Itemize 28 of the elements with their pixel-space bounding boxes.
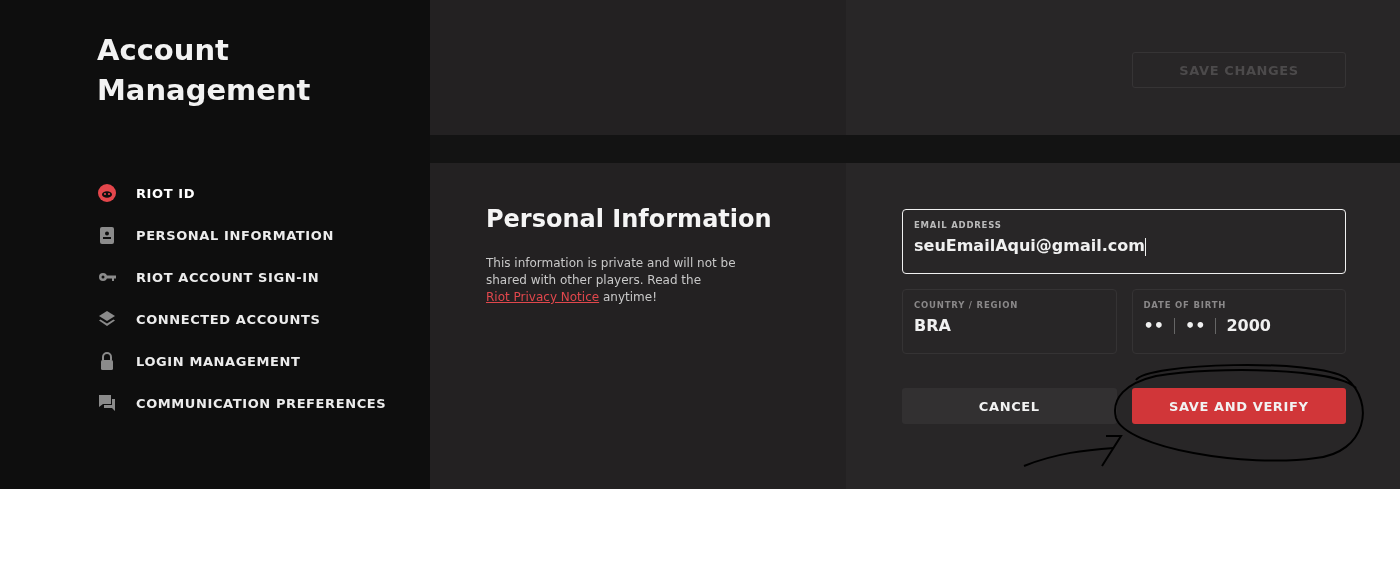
id-card-icon: [97, 225, 117, 245]
email-field[interactable]: EMAIL ADDRESS seuEmailAqui@gmail.com: [902, 209, 1346, 274]
field-label: EMAIL ADDRESS: [914, 220, 1003, 230]
field-label: COUNTRY / REGION: [914, 300, 1020, 310]
sidebar-link[interactable]: LOGIN MANAGEMENT: [136, 353, 301, 369]
section-description: This information is private and will not be shared with other players. Read the Riot Privacy Notice anytime!: [486, 255, 737, 306]
sidebar-link[interactable]: CONNECTED ACCOUNTS: [136, 311, 321, 327]
field-label: DATE OF BIRTH: [1143, 300, 1228, 310]
privacy-link[interactable]: Riot Privacy Notice: [486, 290, 600, 304]
sidebar-link[interactable]: RIOT ID: [136, 185, 196, 201]
layers-icon: [97, 309, 117, 329]
text-caret: [1144, 237, 1146, 256]
country-field[interactable]: COUNTRY / REGION BRA: [902, 289, 1117, 354]
day-value: ••: [1143, 316, 1164, 335]
cancel-button[interactable]: CANCEL: [902, 388, 1117, 424]
face-icon: [97, 183, 117, 203]
chat-icon: [97, 393, 117, 413]
section-title: Personal Information: [486, 205, 773, 233]
month-value: ••: [1184, 316, 1206, 335]
birth-date-field[interactable]: DATE OF BIRTH •• •• 2000: [1131, 289, 1346, 354]
year-value: 2000: [1226, 316, 1271, 335]
field-value: seuEmailAqui@gmail.com: [914, 236, 1145, 255]
save-and-verify-button[interactable]: SAVE AND VERIFY: [1131, 388, 1346, 424]
sidebar-link[interactable]: RIOT ACCOUNT SIGN-IN: [136, 269, 320, 285]
page-title: Account Management: [97, 32, 312, 109]
sidebar-link[interactable]: COMMUNICATION PREFERENCES: [136, 395, 387, 411]
sidebar-link[interactable]: PERSONAL INFORMATION: [136, 227, 334, 243]
field-value: BRA: [914, 316, 951, 335]
